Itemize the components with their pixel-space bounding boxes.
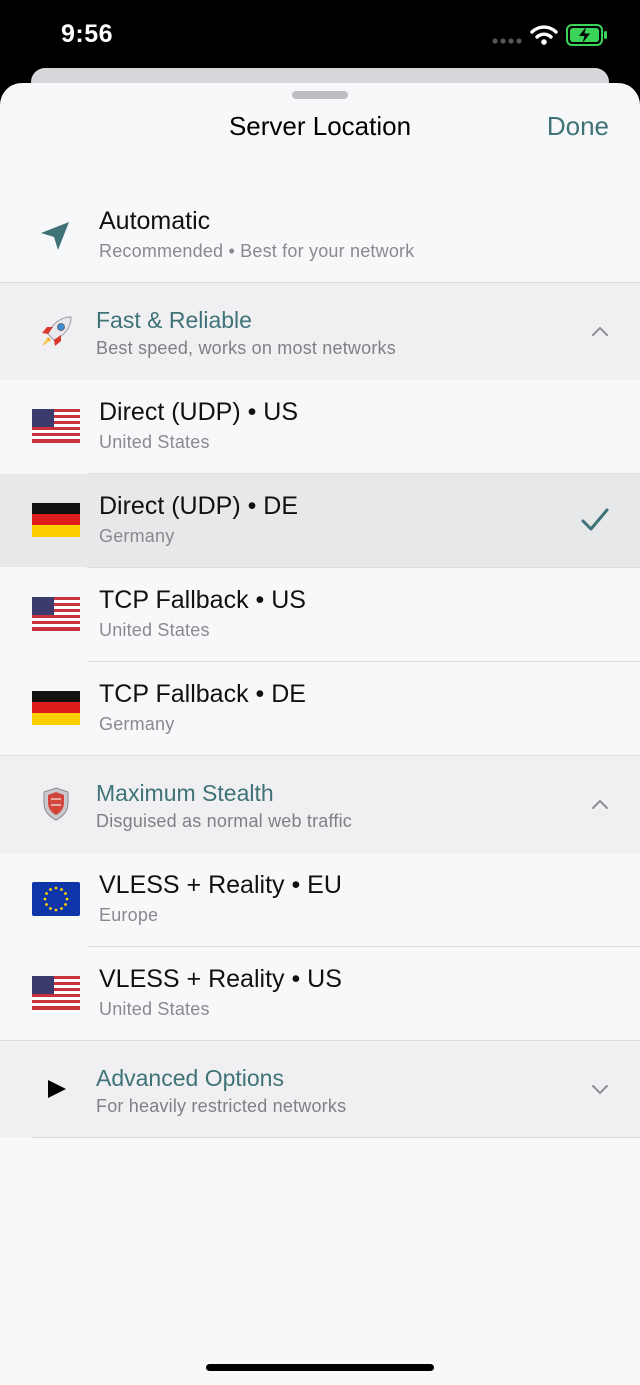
server-title: Direct (UDP) • DE: [99, 492, 299, 520]
us-flag-icon: [32, 409, 80, 443]
automatic-option[interactable]: Automatic Recommended • Best for your ne…: [0, 200, 640, 282]
section-subtitle: For heavily restricted networks: [96, 1096, 347, 1116]
automatic-subtitle: Recommended • Best for your network: [99, 241, 415, 261]
status-time: 9:56: [61, 20, 114, 48]
server-subtitle: United States: [99, 432, 210, 452]
de-flag-icon: [32, 503, 80, 537]
server-option[interactable]: TCP Fallback • US United States: [0, 568, 640, 661]
shield-icon: [43, 787, 69, 821]
server-title: Direct (UDP) • US: [99, 398, 299, 426]
section-title: Maximum Stealth: [96, 780, 274, 806]
location-arrow-icon: [41, 222, 69, 250]
status-bar: 9:56: [0, 0, 640, 68]
section-title: Advanced Options: [96, 1065, 284, 1091]
automatic-title: Automatic: [99, 207, 211, 235]
section-advanced-options[interactable]: Advanced Options For heavily restricted …: [0, 1041, 640, 1137]
server-subtitle: Germany: [99, 714, 175, 734]
section-title: Fast & Reliable: [96, 307, 252, 333]
server-title: TCP Fallback • US: [99, 586, 306, 614]
server-option[interactable]: VLESS + Reality • EU Europe: [0, 853, 640, 946]
section-subtitle: Best speed, works on most networks: [96, 338, 396, 358]
server-subtitle: United States: [99, 999, 210, 1019]
wifi-icon: [530, 25, 558, 45]
sheet-title: Server Location: [228, 111, 412, 141]
server-subtitle: United States: [99, 620, 210, 640]
rocket-icon: [42, 316, 72, 346]
chevron-down-icon[interactable]: [591, 1083, 609, 1095]
us-flag-icon: [32, 976, 80, 1010]
checkmark-icon: [581, 508, 609, 531]
eu-flag-icon: [32, 882, 80, 916]
chevron-up-icon[interactable]: [591, 325, 609, 337]
server-option[interactable]: VLESS + Reality • US United States: [0, 947, 640, 1040]
server-location-sheet: Server Location Done Automatic Recommend…: [0, 83, 640, 1385]
cellular-signal-icon: [492, 38, 522, 44]
server-title: VLESS + Reality • US: [99, 965, 342, 993]
divider: [31, 1137, 640, 1138]
us-flag-icon: [32, 597, 80, 631]
section-maximum-stealth[interactable]: Maximum Stealth Disguised as normal web …: [0, 756, 640, 853]
server-option-selected[interactable]: Direct (UDP) • DE Germany: [0, 474, 640, 567]
server-subtitle: Germany: [99, 526, 175, 546]
play-icon: [48, 1080, 66, 1098]
de-flag-icon: [32, 691, 80, 725]
sheet-grabber[interactable]: [292, 91, 348, 99]
server-option[interactable]: Direct (UDP) • US United States: [0, 380, 640, 473]
server-title: TCP Fallback • DE: [99, 680, 306, 708]
chevron-up-icon[interactable]: [591, 798, 609, 810]
server-subtitle: Europe: [99, 905, 159, 925]
home-indicator[interactable]: [206, 1364, 434, 1371]
section-subtitle: Disguised as normal web traffic: [96, 811, 352, 831]
battery-charging-icon: [566, 24, 607, 46]
done-button[interactable]: Done: [547, 111, 609, 142]
server-option[interactable]: TCP Fallback • DE Germany: [0, 662, 640, 755]
section-fast-reliable[interactable]: Fast & Reliable Best speed, works on mos…: [0, 283, 640, 380]
server-title: VLESS + Reality • EU: [99, 871, 342, 899]
